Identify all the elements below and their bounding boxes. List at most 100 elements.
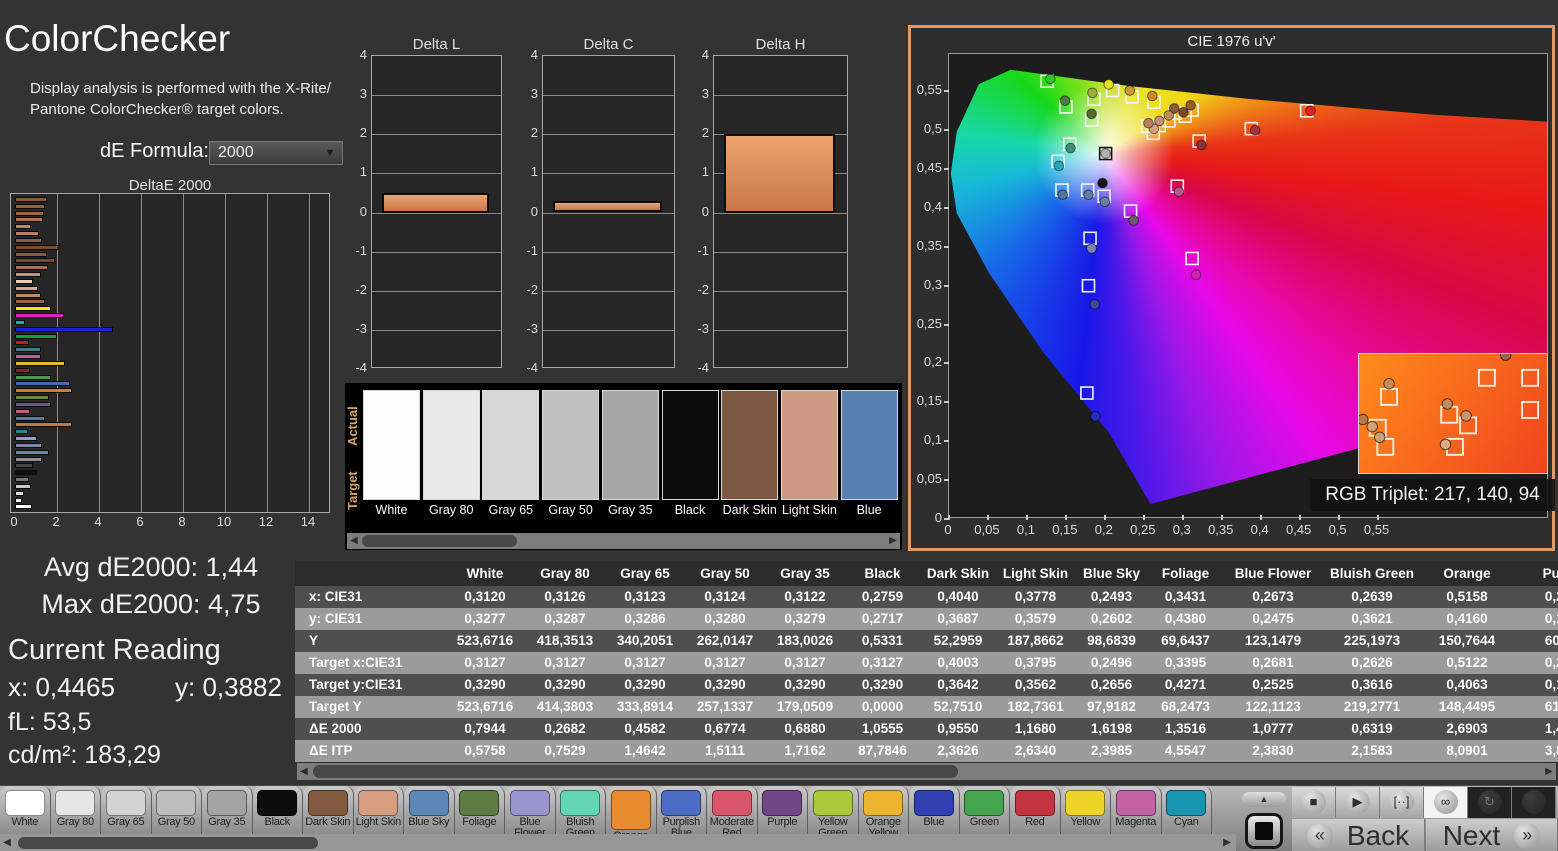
patch-tab-light-skin[interactable]: Light Skin: [353, 786, 404, 834]
tabs-scrollbar[interactable]: ◀ ▶: [0, 834, 1236, 851]
patch-swatch[interactable]: [780, 390, 838, 500]
patch-tab-yellow-green[interactable]: Yellow Green: [808, 786, 859, 834]
page-title: ColorChecker: [4, 18, 231, 59]
patch-tab-orange-yellow[interactable]: Orange Yellow: [858, 786, 909, 835]
de-formula-dropdown[interactable]: 2000 ▼: [209, 141, 343, 165]
patch-tab-purple[interactable]: Purple: [757, 786, 808, 834]
stop-button[interactable]: ■: [1292, 787, 1336, 818]
patch-swatch[interactable]: [840, 390, 898, 500]
patch-tab-gray-65[interactable]: Gray 65: [101, 786, 152, 834]
table-scroll-thumb[interactable]: [313, 765, 958, 778]
scroll-left-icon[interactable]: ◀: [347, 533, 361, 549]
scroll-left-icon[interactable]: ◀: [297, 763, 311, 780]
cie-x-tick-label: 0,45: [1285, 522, 1312, 537]
y-tick-label: 2: [701, 125, 709, 141]
delta-chart-title: Delta C: [583, 36, 634, 53]
scroll-right-icon[interactable]: ▶: [1220, 834, 1234, 851]
deltae-bar: [15, 360, 66, 366]
scroll-right-icon[interactable]: ▶: [886, 533, 900, 549]
next-button[interactable]: Next »: [1426, 819, 1558, 851]
inset-target-square: [1521, 368, 1539, 387]
patch-tab-label: Orange Yellow: [865, 816, 901, 835]
patch-tab-blue-flower[interactable]: Blue Flower: [505, 786, 556, 834]
patch-tab-gray-80[interactable]: Gray 80: [50, 786, 101, 834]
patch-color-swatch: [1115, 790, 1156, 816]
patch-tab-bluish-green[interactable]: Bluish Green: [555, 786, 606, 834]
table-cell: 1,0555: [861, 721, 904, 736]
patch-tab-blue[interactable]: Blue: [909, 786, 960, 834]
delta-bar: [382, 192, 489, 213]
y-tick-label: 4: [359, 47, 367, 62]
cie-x-tick-label: 0,25: [1130, 522, 1156, 537]
patch-tab-gray-50[interactable]: Gray 50: [151, 786, 202, 834]
patch-tab-black[interactable]: Black: [252, 786, 303, 834]
cie-x-tick-label: 0,05: [974, 522, 1000, 537]
patch-swatch[interactable]: [363, 390, 420, 500]
patch-tab-label: Gray 80: [56, 816, 94, 828]
patch-swatch[interactable]: [482, 390, 540, 500]
table-cell: 0,3579: [1014, 611, 1057, 626]
play-icon: ▶: [1345, 790, 1370, 814]
patch-color-swatch: [610, 790, 651, 830]
column-header: Blue Sky: [1082, 565, 1141, 581]
patch-color-swatch: [459, 790, 500, 816]
pattern-window-button[interactable]: [1245, 813, 1283, 849]
patch-tab-label: Foliage: [462, 816, 497, 828]
table-cell: 8,0901: [1446, 743, 1488, 758]
table-cell: 0,3616: [1351, 677, 1393, 692]
back-button[interactable]: « Back: [1292, 819, 1425, 851]
patch-tab-blue-sky[interactable]: Blue Sky: [404, 786, 455, 834]
patch-swatch[interactable]: [422, 390, 480, 500]
patch-swatch[interactable]: [542, 390, 600, 500]
collapse-arrow-button[interactable]: ▲: [1242, 792, 1286, 807]
patch-tab-purplish-blue[interactable]: Purplish Blue: [656, 786, 707, 834]
patch-tab-yellow[interactable]: Yellow: [1060, 786, 1111, 834]
patch-tab-white[interactable]: White: [0, 786, 51, 834]
y-tick-label: -4: [355, 360, 367, 375]
deltae-bar: [15, 497, 23, 503]
scroll-right-icon[interactable]: ▶: [1542, 763, 1556, 780]
strip-scroll-thumb[interactable]: [362, 535, 517, 547]
patch-swatch[interactable]: [661, 390, 719, 500]
measured-point: [1190, 269, 1202, 281]
patch-color-swatch: [4, 790, 45, 816]
deltae-bar: [15, 449, 49, 455]
target-square: [1083, 231, 1097, 246]
y-tick-label: 3: [359, 86, 367, 102]
table-cell: 0,2525: [1252, 677, 1294, 692]
play-button[interactable]: ▶: [1336, 787, 1380, 818]
inset-measured-point: [1441, 398, 1454, 410]
table-cell: 0,3286: [624, 611, 666, 626]
patch-tab-foliage[interactable]: Foliage: [454, 786, 505, 834]
table-cell: 0,4582: [624, 721, 666, 736]
refresh-button[interactable]: ↻: [1468, 787, 1512, 818]
deltae-bar: [15, 292, 42, 298]
patch-tab-cyan[interactable]: Cyan: [1161, 786, 1212, 834]
patch-swatch[interactable]: [601, 390, 659, 500]
patch-tab-gray-35[interactable]: Gray 35: [202, 786, 253, 834]
scroll-left-icon[interactable]: ◀: [0, 834, 14, 851]
strip-scrollbar[interactable]: ◀ ▶: [347, 533, 900, 549]
measured-point: [1083, 189, 1094, 201]
patch-tab-moderate-red[interactable]: Moderate Red: [707, 786, 758, 834]
patch-swatch[interactable]: [721, 390, 779, 500]
patch-tab-dark-skin[interactable]: Dark Skin: [303, 786, 354, 834]
record-button[interactable]: [1512, 787, 1556, 818]
patch-tab-magenta[interactable]: Magenta: [1111, 786, 1162, 834]
cie-x-tick-label: 0,15: [1052, 522, 1078, 537]
patch-color-swatch: [307, 790, 348, 816]
patch-tab-green[interactable]: Green: [959, 786, 1010, 834]
patch-tab-orange[interactable]: Orange: [606, 786, 657, 834]
table-cell: 0,3120: [464, 589, 506, 604]
table-cell: 0,3562: [1014, 677, 1057, 692]
cie-x-tick-label: 0,1: [1016, 522, 1035, 537]
marker-button[interactable]: [··]: [1380, 787, 1424, 818]
row-label: y: CIE31: [309, 611, 363, 626]
tabs-scroll-thumb[interactable]: [18, 837, 318, 849]
infinity-button[interactable]: ∞: [1424, 787, 1468, 818]
measured-point: [1173, 186, 1185, 197]
deltae-bar: [15, 463, 33, 469]
patch-tab-label: Black: [264, 816, 291, 828]
patch-tab-red[interactable]: Red: [1010, 786, 1061, 834]
table-scrollbar[interactable]: ◀ ▶: [297, 763, 1556, 780]
